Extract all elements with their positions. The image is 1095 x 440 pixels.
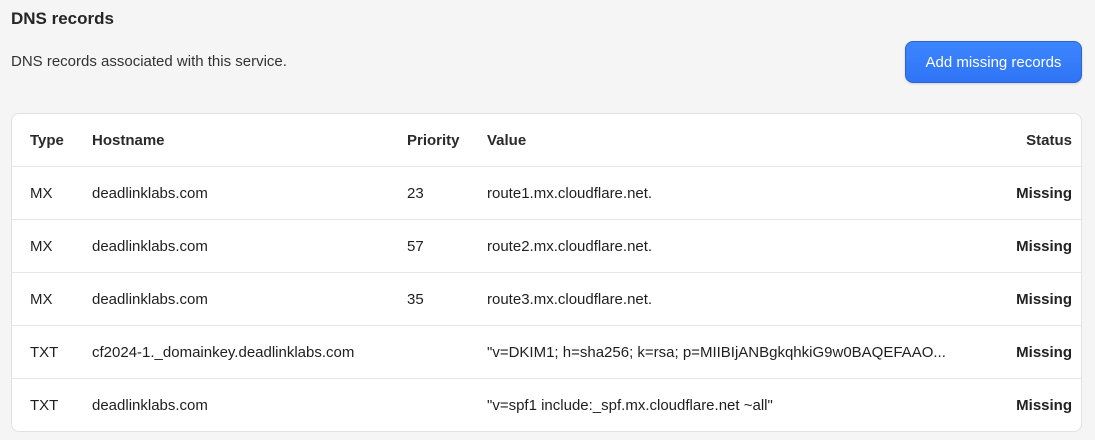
record-value-cell: "v=spf1 include:_spf.mx.cloudflare.net ~…	[487, 379, 982, 431]
record-status: Missing	[1016, 184, 1072, 202]
record-priority: 57	[407, 237, 424, 255]
record-hostname: deadlinklabs.com	[92, 184, 208, 202]
record-value-cell: "v=DKIM1; h=sha256; k=rsa; p=MIIBIjANBgk…	[487, 326, 982, 378]
record-hostname: deadlinklabs.com	[92, 237, 208, 255]
record-type: MX	[30, 290, 53, 308]
record-priority	[407, 326, 477, 378]
record-type: MX	[30, 237, 53, 255]
record-hostname: deadlinklabs.com	[92, 290, 208, 308]
table-header-row: Type Hostname Priority Value Status	[12, 114, 1081, 167]
record-type: TXT	[30, 397, 59, 414]
record-value-cell: route3.mx.cloudflare.net.	[487, 273, 982, 325]
column-header-type: Type	[30, 131, 64, 149]
page-title: DNS records	[11, 9, 114, 28]
dns-records-table: Type Hostname Priority Value Status MX d…	[11, 113, 1082, 432]
table-row: MX deadlinklabs.com 57 route2.mx.cloudfl…	[12, 220, 1081, 273]
column-header-status: Status	[1026, 131, 1072, 149]
record-value: route1.mx.cloudflare.net.	[487, 184, 653, 202]
column-header-hostname: Hostname	[92, 131, 165, 149]
dns-records-page: DNS records DNS records associated with …	[0, 0, 1095, 440]
record-status: Missing	[1016, 290, 1072, 308]
record-status: Missing	[1016, 397, 1072, 414]
column-header-value: Value	[487, 131, 527, 149]
page-description: DNS records associated with this service…	[11, 53, 287, 70]
record-value: route2.mx.cloudflare.net.	[487, 237, 653, 255]
table-row: TXT deadlinklabs.com "v=spf1 include:_sp…	[12, 379, 1081, 431]
record-status: Missing	[1016, 237, 1072, 255]
record-priority: 35	[407, 290, 424, 308]
column-header-priority: Priority	[407, 131, 460, 149]
record-value: route3.mx.cloudflare.net.	[487, 290, 653, 308]
record-value-cell: route2.mx.cloudflare.net.	[487, 220, 982, 272]
record-priority: 23	[407, 184, 424, 202]
record-value: "v=spf1 include:_spf.mx.cloudflare.net ~…	[487, 397, 773, 414]
record-value-cell: route1.mx.cloudflare.net.	[487, 167, 982, 219]
table-row: MX deadlinklabs.com 23 route1.mx.cloudfl…	[12, 167, 1081, 220]
record-value: "v=DKIM1; h=sha256; k=rsa; p=MIIBIjANBgk…	[487, 343, 946, 361]
table-row: MX deadlinklabs.com 35 route3.mx.cloudfl…	[12, 273, 1081, 326]
add-missing-records-button[interactable]: Add missing records	[905, 41, 1082, 83]
record-hostname: cf2024-1._domainkey.deadlinklabs.com	[92, 343, 355, 361]
record-type: TXT	[30, 343, 59, 361]
table-row: TXT cf2024-1._domainkey.deadlinklabs.com…	[12, 326, 1081, 379]
record-hostname: deadlinklabs.com	[92, 397, 208, 414]
record-priority	[407, 379, 477, 431]
record-type: MX	[30, 184, 53, 202]
record-status: Missing	[1016, 343, 1072, 361]
